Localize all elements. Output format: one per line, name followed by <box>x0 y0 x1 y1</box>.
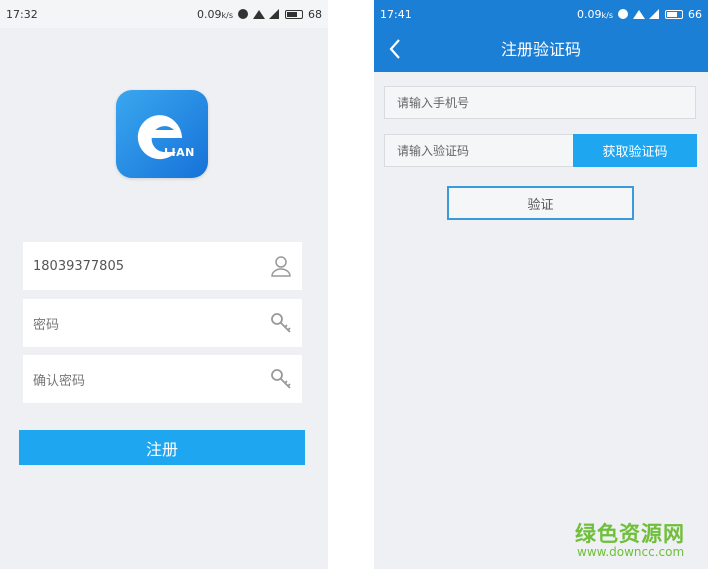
watermark-text: 绿色资源网 <box>575 522 685 546</box>
app-logo: LIAN <box>116 90 208 178</box>
battery-icon <box>285 9 303 19</box>
status-indicators: 0.09k/s 66 <box>577 8 702 21</box>
page-title: 注册验证码 <box>500 40 581 59</box>
key-icon <box>271 369 291 389</box>
battery-icon <box>665 9 683 19</box>
watermark-url: www.downcc.com <box>577 545 685 559</box>
phone-value: 18039377805 <box>33 258 124 274</box>
phone-field[interactable]: 18039377805 <box>23 242 302 290</box>
network-speed: 0.09k/s <box>197 7 233 21</box>
confirm-password-placeholder: 确认密码 <box>33 373 86 389</box>
code-input[interactable]: 请输入验证码 <box>384 134 574 167</box>
logo-text: LIAN <box>164 146 195 159</box>
status-bar: 17:32 0.09k/s 68 <box>0 0 328 28</box>
header-bar: 17:41 0.09k/s 66 注册验证码 <box>374 0 708 72</box>
status-time: 17:41 <box>380 7 412 21</box>
password-field[interactable]: 密码 <box>23 299 302 347</box>
battery-level: 66 <box>688 7 702 21</box>
status-time: 17:32 <box>6 7 38 21</box>
register-button[interactable]: 注册 <box>19 430 305 465</box>
confirm-password-field[interactable]: 确认密码 <box>23 355 302 403</box>
get-code-button[interactable]: 获取验证码 <box>573 134 697 167</box>
password-placeholder: 密码 <box>33 317 60 333</box>
status-bar: 17:41 0.09k/s 66 <box>374 0 708 28</box>
signal-icon <box>269 9 280 19</box>
register-screen: 17:32 0.09k/s 68 LIAN 18039377805 密码 确认密… <box>0 0 328 569</box>
eliam-logo-icon <box>137 115 182 160</box>
alarm-icon <box>618 9 628 19</box>
wifi-icon <box>633 9 645 19</box>
status-indicators: 0.09k/s 68 <box>197 8 322 21</box>
network-speed: 0.09k/s <box>577 7 613 21</box>
key-icon <box>271 313 291 333</box>
signal-icon <box>649 9 660 19</box>
verify-button[interactable]: 验证 <box>447 186 634 220</box>
alarm-icon <box>238 9 248 19</box>
user-icon <box>271 256 291 277</box>
battery-level: 68 <box>308 7 322 21</box>
wifi-icon <box>253 9 265 19</box>
phone-input[interactable]: 请输入手机号 <box>384 86 696 119</box>
